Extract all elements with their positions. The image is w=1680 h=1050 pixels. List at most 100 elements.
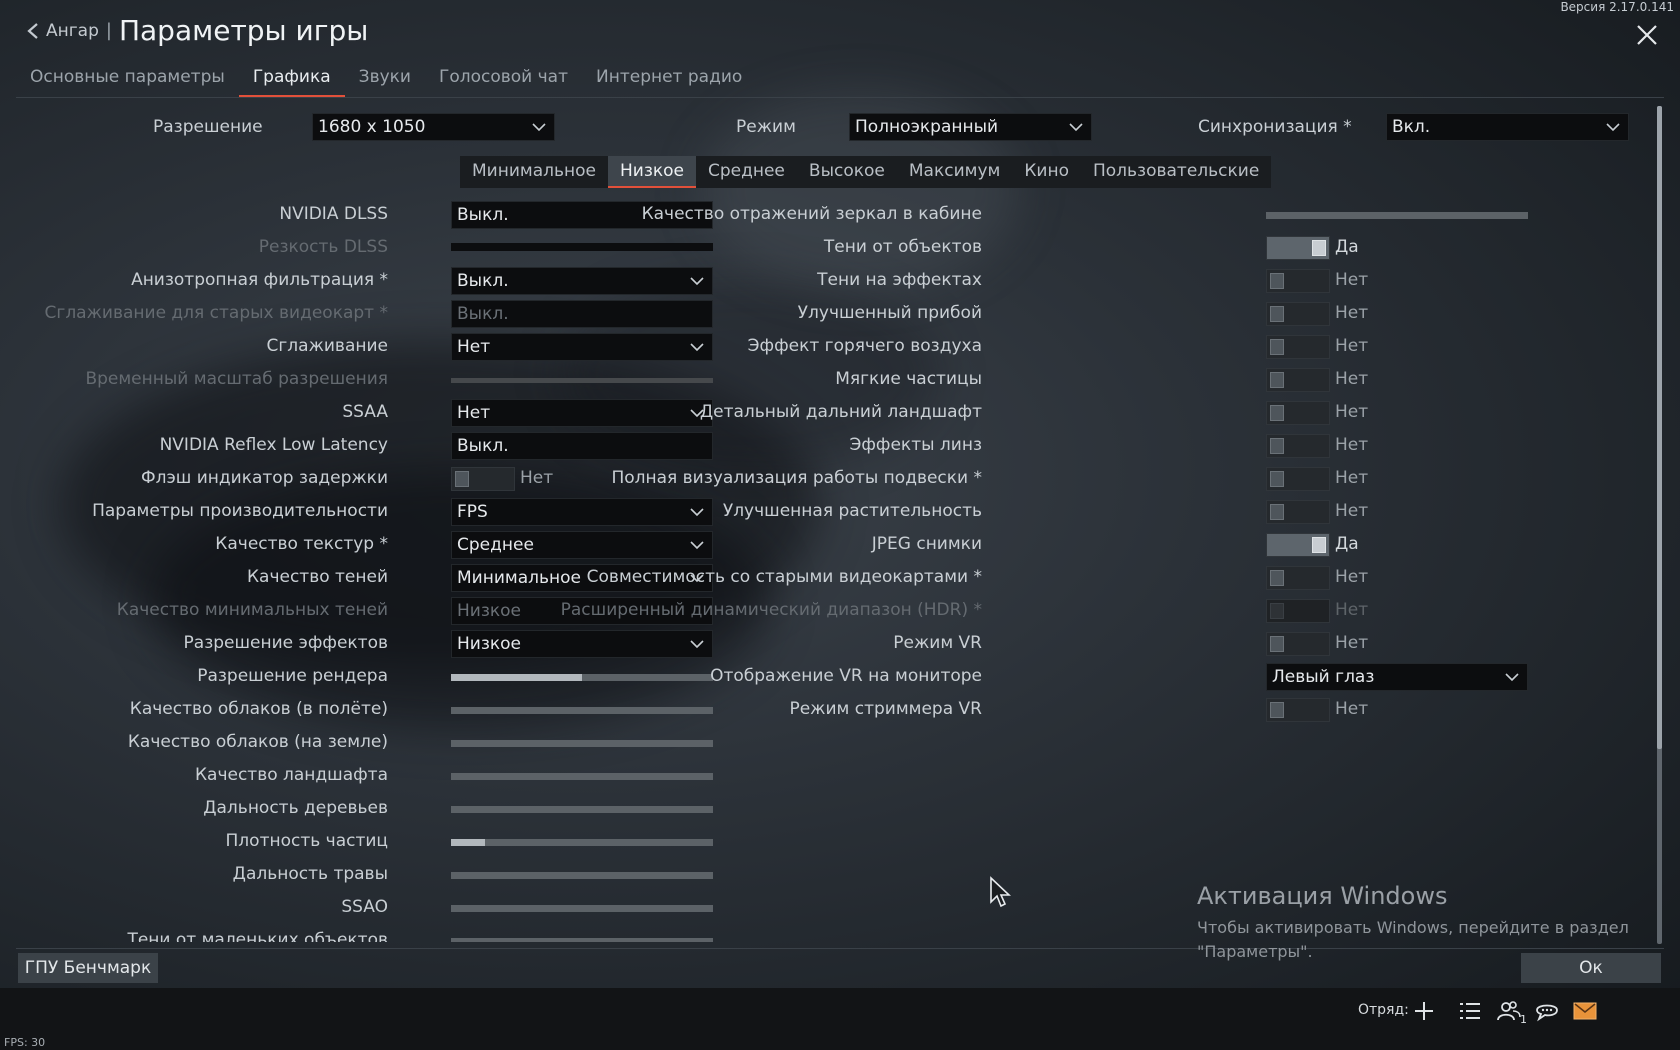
setting-slider[interactable] <box>1266 212 1528 219</box>
close-button[interactable] <box>1632 20 1662 50</box>
toggle-state-label: Нет <box>1335 270 1369 290</box>
setting-toggle[interactable] <box>1266 467 1330 491</box>
setting-label: Временный масштаб разрешения <box>85 369 388 389</box>
chat-button[interactable] <box>1534 998 1560 1024</box>
chevron-down-icon <box>690 541 704 550</box>
setting-toggle[interactable] <box>451 467 515 491</box>
tab-3[interactable]: Голосовой чат <box>425 62 582 97</box>
chevron-down-icon <box>690 640 704 649</box>
back-button[interactable]: Ангар <box>26 21 99 41</box>
setting-toggle[interactable] <box>1266 335 1330 359</box>
list-button[interactable] <box>1457 998 1483 1024</box>
setting-row: Отображение VR на мониторе Левый глаз <box>710 662 1540 692</box>
setting-value: Минимальное <box>457 568 581 588</box>
mode-select[interactable]: Полноэкранный <box>849 113 1092 141</box>
setting-slider[interactable] <box>451 806 713 813</box>
friends-button[interactable] <box>1496 998 1522 1024</box>
toggle-state-label: Нет <box>1335 369 1369 389</box>
preset-5[interactable]: Кино <box>1012 156 1081 188</box>
add-squad-button[interactable] <box>1411 998 1437 1024</box>
setting-row: JPEG снимки Да <box>760 530 1540 560</box>
setting-select[interactable]: FPS <box>451 498 713 526</box>
setting-slider[interactable] <box>451 839 713 846</box>
slider-fill <box>451 839 486 846</box>
setting-label: NVIDIA DLSS <box>279 204 388 224</box>
mail-button[interactable] <box>1572 998 1598 1024</box>
gpu-benchmark-button[interactable]: ГПУ Бенчмарк <box>18 953 158 983</box>
vsync-select[interactable]: Вкл. <box>1386 113 1629 141</box>
right-settings-column: Качество отражений зеркал в кабине Тени о… <box>561 200 1540 740</box>
chevron-down-icon <box>1505 673 1519 682</box>
setting-select[interactable]: Выкл. <box>451 267 713 295</box>
toggle-state-label: Нет <box>1335 402 1369 422</box>
setting-row: SSAA Нет <box>0 398 720 428</box>
tab-0[interactable]: Основные параметры <box>16 62 239 97</box>
setting-select[interactable]: Среднее <box>451 531 713 559</box>
setting-slider[interactable] <box>451 773 713 780</box>
toggle-knob <box>1270 570 1284 586</box>
setting-row: Качество облаков (на земле) <box>0 728 720 758</box>
setting-value-field[interactable]: Выкл. <box>451 432 713 460</box>
setting-select[interactable]: Нет <box>451 333 713 361</box>
setting-select[interactable]: Нет <box>451 399 713 427</box>
setting-toggle[interactable] <box>1266 698 1330 722</box>
toggle-state-label: Нет <box>1335 336 1369 356</box>
preset-6[interactable]: Пользовательские <box>1081 156 1271 188</box>
resolution-select[interactable]: 1680 x 1050 <box>312 113 555 141</box>
setting-label: Разрешение эффектов <box>183 633 388 653</box>
tab-4[interactable]: Интернет радио <box>582 62 756 97</box>
setting-label: Качество отражений зеркал в кабине <box>641 204 982 224</box>
tab-1[interactable]: Графика <box>238 62 345 97</box>
fps-counter: FPS: 30 <box>4 1036 46 1049</box>
setting-slider[interactable] <box>451 872 713 879</box>
preset-0[interactable]: Минимальное <box>460 156 608 188</box>
scrollbar[interactable] <box>1657 106 1662 944</box>
setting-row: Эффект горячего воздуха Нет <box>748 332 1540 362</box>
setting-toggle[interactable] <box>1266 368 1330 392</box>
setting-row: Качество отражений зеркал в кабине <box>642 200 1540 230</box>
setting-select[interactable]: Левый глаз <box>1266 663 1528 691</box>
tab-2[interactable]: Звуки <box>345 62 425 97</box>
setting-toggle[interactable] <box>1266 302 1330 326</box>
preset-4[interactable]: Максимум <box>897 156 1012 188</box>
setting-toggle[interactable] <box>1266 533 1330 557</box>
setting-slider[interactable] <box>451 674 713 681</box>
setting-slider[interactable] <box>451 707 713 714</box>
setting-slider[interactable] <box>451 740 713 747</box>
setting-toggle[interactable] <box>1266 401 1330 425</box>
resolution-label: Разрешение <box>153 117 263 137</box>
setting-label: NVIDIA Reflex Low Latency <box>159 435 388 455</box>
toggle-state-label: Нет <box>1335 435 1369 455</box>
toggle-knob <box>1312 537 1326 553</box>
preset-3[interactable]: Высокое <box>797 156 897 188</box>
setting-slider[interactable] <box>451 938 713 942</box>
setting-row: Расширенный динамический диапазон (HDR) … <box>561 596 1540 626</box>
preset-1[interactable]: Низкое <box>607 156 696 188</box>
setting-toggle[interactable] <box>1266 632 1330 656</box>
setting-value-field: Выкл. <box>451 300 713 328</box>
mail-icon <box>1573 1002 1597 1020</box>
toggle-knob <box>1270 273 1284 289</box>
setting-toggle[interactable] <box>1266 236 1330 260</box>
chevron-down-icon <box>690 508 704 517</box>
setting-select[interactable]: Низкое <box>451 630 713 658</box>
setting-row: SSAO <box>0 893 720 923</box>
preset-2[interactable]: Среднее <box>696 156 797 188</box>
chevron-down-icon <box>690 277 704 286</box>
toggle-knob <box>1270 636 1284 652</box>
setting-row: Дальность деревьев <box>0 794 720 824</box>
setting-toggle[interactable] <box>1266 434 1330 458</box>
setting-label: Полная визуализация работы подвески * <box>611 468 982 488</box>
scrollbar-thumb[interactable] <box>1657 106 1662 749</box>
setting-label: Эффект горячего воздуха <box>747 336 982 356</box>
setting-slider[interactable] <box>451 905 713 912</box>
toggle-knob <box>1270 339 1284 355</box>
setting-row: Тени от объектов Да <box>760 233 1540 263</box>
setting-row: Улучшенный прибой Нет <box>760 299 1540 329</box>
setting-toggle[interactable] <box>1266 500 1330 524</box>
setting-label: Улучшенная растительность <box>722 501 982 521</box>
setting-toggle[interactable] <box>1266 269 1330 293</box>
setting-toggle[interactable] <box>1266 566 1330 590</box>
chevron-left-icon <box>27 22 38 39</box>
setting-value: Низкое <box>457 601 521 621</box>
